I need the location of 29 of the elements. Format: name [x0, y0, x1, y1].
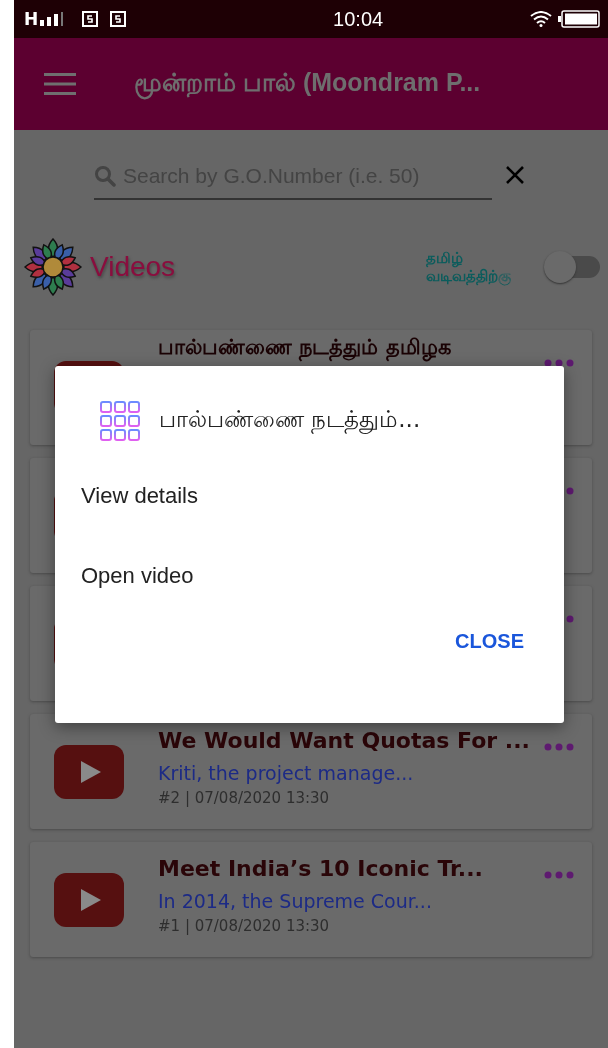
- video-title: பால்பண்ணை நடத்தும் தமிழக: [158, 334, 544, 360]
- more-icon[interactable]: [544, 359, 574, 367]
- menu-item[interactable]: Open video: [55, 536, 564, 616]
- video-title: We Would Want Quotas For ...: [158, 727, 531, 755]
- grid-icon: [99, 400, 141, 442]
- video-meta: #1 | 07/08/2020 13:30: [158, 917, 331, 935]
- battery-icon: [558, 10, 600, 28]
- search-icon: [94, 165, 116, 187]
- sim-icon: [82, 11, 99, 27]
- network-type: H: [24, 9, 39, 29]
- video-summary: Kriti, the project manage...: [158, 762, 415, 784]
- section-title: Videos: [90, 251, 176, 283]
- video-summary: In 2014, the Supreme Cour...: [158, 890, 433, 912]
- video-card[interactable]: Meet India’s 10 Iconic Tr... In 2014, the Supreme Cour... #1 | 07/08/2020 13:30: [30, 842, 592, 957]
- video-title: Meet India’s 10 Iconic Tr...: [158, 855, 484, 883]
- wifi-icon: [530, 11, 552, 27]
- dialog-title: பால்பண்ணை நடத்தும்...: [159, 406, 421, 436]
- mandala-logo-icon: [24, 238, 82, 296]
- menu-icon[interactable]: [44, 73, 76, 95]
- app-title: மூன்றாம் பால் (Moondram P...: [134, 68, 481, 100]
- menu-item[interactable]: View details: [55, 456, 564, 536]
- close-button[interactable]: CLOSE: [441, 622, 538, 661]
- language-toggle[interactable]: [544, 251, 602, 283]
- close-icon[interactable]: [505, 165, 525, 185]
- toggle-label: தமிழ் வடிவத்திற்கு: [426, 249, 512, 285]
- clock-time: 10:04: [333, 7, 384, 31]
- video-card[interactable]: We Would Want Quotas For ... Kriti, the project manage... #2 | 07/08/2020 13:30: [30, 714, 592, 829]
- sim-icon: [110, 11, 127, 27]
- video-meta: #2 | 07/08/2020 13:30: [158, 789, 331, 807]
